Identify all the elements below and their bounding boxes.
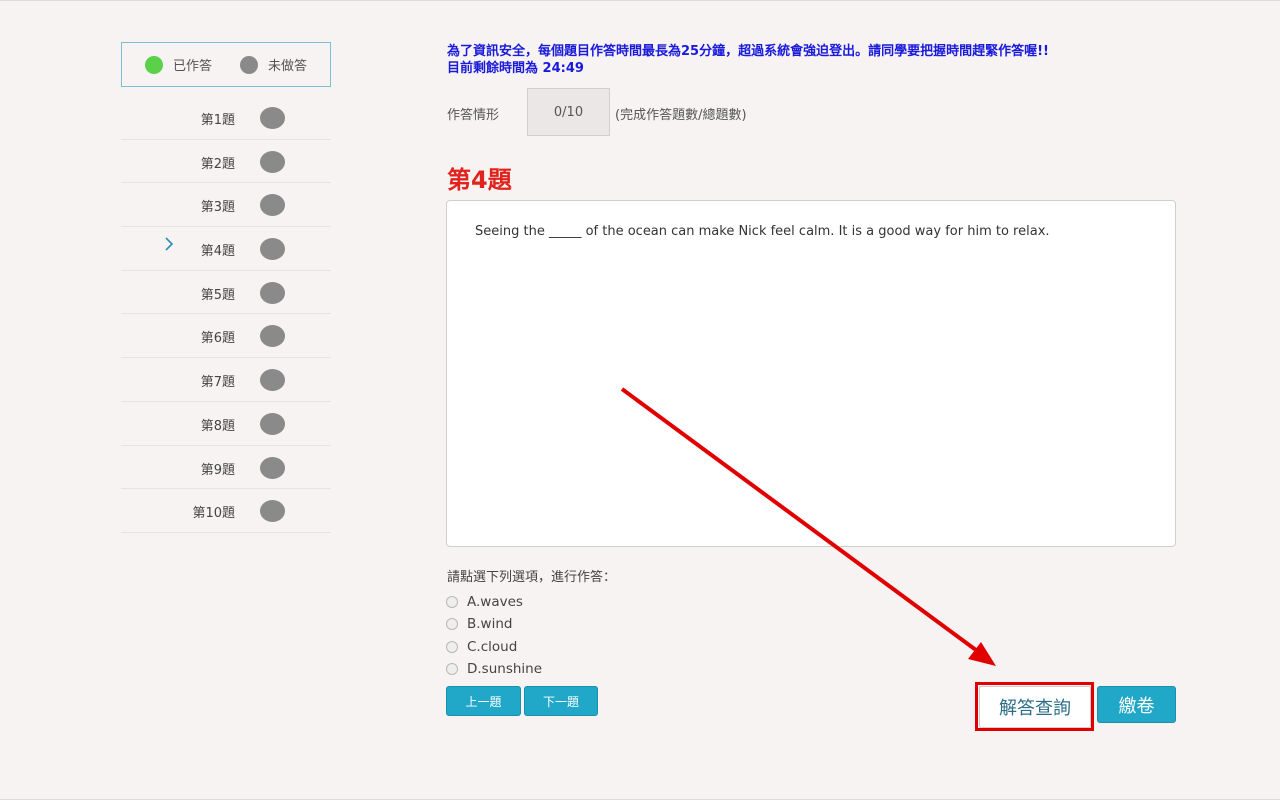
- question-text: Seeing the _____ of the ocean can make N…: [475, 224, 1050, 239]
- legend-unanswered: 未做答: [240, 55, 307, 74]
- question-list-item[interactable]: 第3題: [121, 183, 331, 228]
- question-list-item[interactable]: 第6題: [121, 314, 331, 359]
- question-label: 第5題: [200, 287, 235, 303]
- option-label: D.sunshine: [467, 661, 543, 678]
- option-d[interactable]: D.sunshine: [446, 658, 542, 680]
- option-b[interactable]: B.wind: [446, 613, 542, 635]
- unanswered-dot-icon: [260, 325, 285, 348]
- question-card: Seeing the _____ of the ocean can make N…: [446, 200, 1176, 547]
- unanswered-dot-icon: [240, 55, 258, 74]
- question-label: 第8題: [200, 418, 235, 434]
- status-legend: 已作答 未做答: [121, 42, 331, 87]
- answer-options: A.waves B.wind C.cloud D.sunshine: [446, 591, 542, 680]
- legend-answered-label: 已作答: [172, 59, 212, 74]
- question-label: 第1題: [200, 113, 235, 128]
- question-list-item[interactable]: 第1題: [121, 96, 331, 140]
- legend-unanswered-label: 未做答: [268, 59, 308, 74]
- question-list-item[interactable]: 第9題: [121, 446, 331, 490]
- submit-exam-button[interactable]: 繳卷: [1097, 686, 1176, 723]
- radio-button[interactable]: [446, 618, 458, 631]
- unanswered-dot-icon: [260, 500, 285, 523]
- progress-note: (完成作答題數/總題數): [615, 108, 747, 123]
- progress-counter: 0/10: [527, 88, 610, 136]
- notice-line-1: 為了資訊安全，每個題目作答時間最長為25分鐘，超過系統會強迫登出。請同學要把握時…: [447, 44, 1049, 59]
- option-label: B.wind: [467, 616, 513, 633]
- progress-value: 0/10: [553, 104, 584, 120]
- radio-button[interactable]: [446, 663, 458, 676]
- question-list: 第1題 第2題 第3題 第4題 第5題 第6題 第7題 第8題 第9題 第10題: [121, 96, 331, 533]
- option-label: A.waves: [467, 594, 523, 611]
- legend-answered: 已作答: [144, 55, 212, 74]
- unanswered-dot-icon: [260, 238, 285, 261]
- unanswered-dot-icon: [260, 456, 285, 479]
- question-list-item-current[interactable]: 第4題: [121, 227, 331, 271]
- question-label: 第2題: [200, 156, 235, 172]
- question-list-item[interactable]: 第5題: [121, 271, 331, 315]
- unanswered-dot-icon: [260, 194, 285, 217]
- question-label: 第10題: [192, 506, 235, 522]
- question-label: 第4題: [200, 244, 235, 260]
- remaining-time: 目前剩餘時間為 24:49: [447, 61, 584, 76]
- radio-button[interactable]: [446, 596, 458, 609]
- unanswered-dot-icon: [260, 412, 285, 435]
- next-question-button[interactable]: 下一題: [524, 686, 598, 716]
- question-label: 第7題: [200, 375, 235, 391]
- question-title: 第4題: [447, 166, 512, 194]
- chevron-right-icon: [165, 237, 174, 251]
- question-list-item[interactable]: 第2題: [121, 140, 331, 184]
- unanswered-dot-icon: [260, 369, 285, 392]
- unanswered-dot-icon: [260, 150, 285, 173]
- question-list-item[interactable]: 第8題: [121, 402, 331, 446]
- radio-button[interactable]: [446, 640, 458, 653]
- previous-question-button[interactable]: 上一題: [446, 686, 521, 716]
- unanswered-dot-icon: [260, 281, 285, 304]
- question-label: 第9題: [200, 462, 235, 478]
- question-list-item[interactable]: 第10題: [121, 489, 331, 533]
- option-a[interactable]: A.waves: [446, 591, 542, 613]
- answered-dot-icon: [144, 55, 163, 74]
- option-c[interactable]: C.cloud: [446, 636, 542, 658]
- question-label: 第6題: [200, 331, 235, 347]
- question-list-item[interactable]: 第7題: [121, 358, 331, 402]
- progress-label: 作答情形: [447, 108, 500, 123]
- question-label: 第3題: [200, 200, 235, 216]
- time-notice: 為了資訊安全，每個題目作答時間最長為25分鐘，超過系統會強迫登出。請同學要把握時…: [447, 43, 1207, 77]
- options-prompt: 請點選下列選項，進行作答：: [447, 570, 617, 585]
- option-label: C.cloud: [467, 638, 518, 655]
- unanswered-dot-icon: [260, 107, 285, 129]
- answer-query-button[interactable]: 解答查詢: [979, 686, 1091, 728]
